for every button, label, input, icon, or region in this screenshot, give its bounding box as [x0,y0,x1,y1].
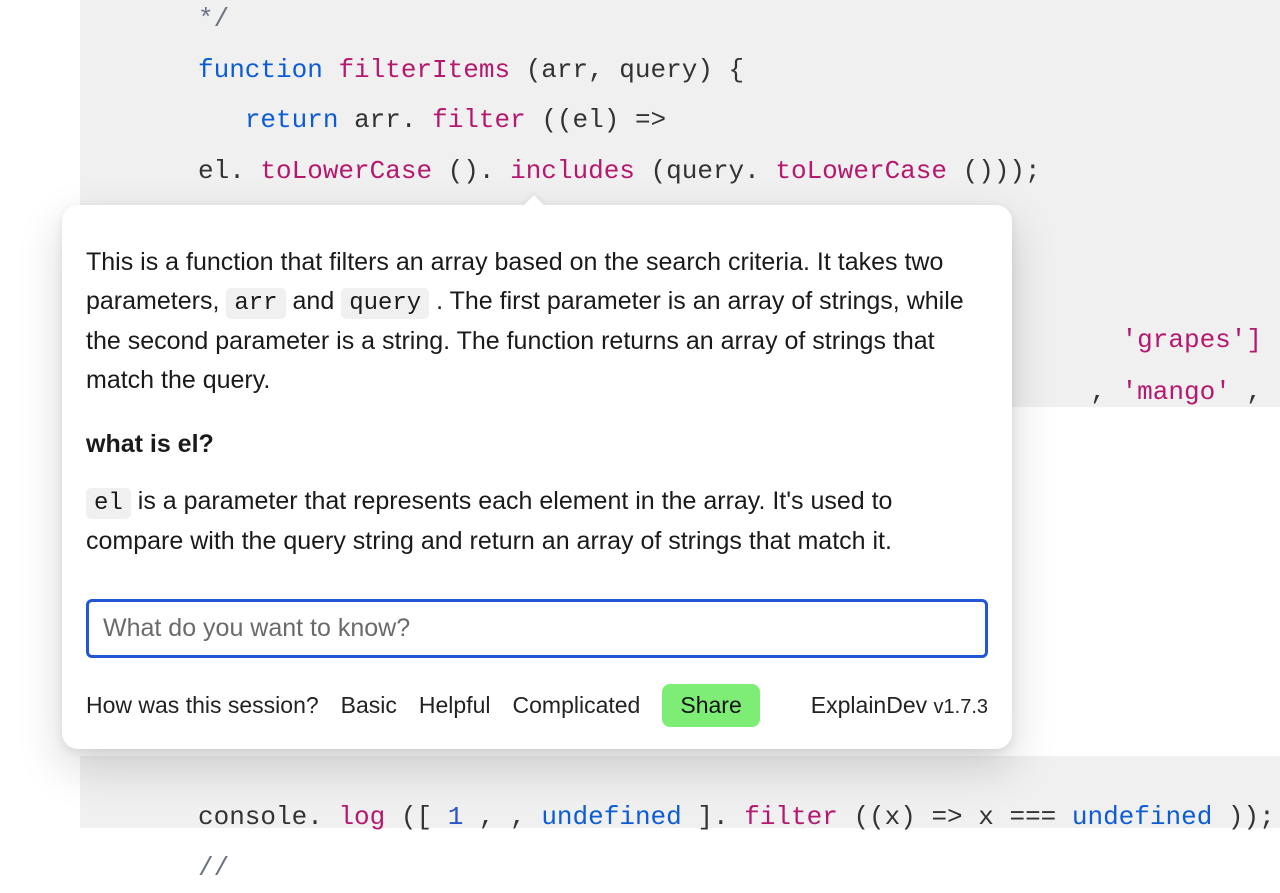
p2-a: is a parameter that represents each elem… [86,487,892,555]
brand-version: v1.7.3 [934,696,988,718]
code-b-comment: // [198,853,229,883]
code-params: (arr, query) { [526,55,744,85]
code-bg-grapes: 'grapes'] [1122,325,1262,355]
code-line3-pre: el. [198,156,245,186]
brand-label: ExplainDev v1.7.3 [811,692,988,719]
share-button[interactable]: Share [662,684,759,727]
code-bg-mango-pre: , [1090,377,1121,407]
code-method-includes: includes [510,156,635,186]
code-after-tl1: (). [448,156,495,186]
followup-question: what is el? [86,425,988,464]
explanation-paragraph-1: This is a function that filters an array… [86,243,988,399]
code-after-incl: (query. [651,156,760,186]
code-method-filter: filter [432,105,526,135]
p2-code-el: el [86,488,131,519]
code-b-log: log [338,802,385,832]
code-b-after-log: ([ [401,802,432,832]
feedback-question: How was this session? [86,692,319,719]
explain-popover: This is a function that filters an array… [62,205,1012,749]
code-kw-function: function [198,55,323,85]
code-comment-close: */ [198,4,229,34]
code-b-undef1: undefined [541,802,681,832]
p1-code-query: query [341,288,429,319]
code-block-bottom: console. log ([ 1 , , undefined ]. filte… [80,756,1280,828]
code-bg-mango: 'mango' [1122,377,1231,407]
brand-name: ExplainDev [811,692,934,718]
code-b-after-filter: ((x) => x === [853,802,1071,832]
code-b-filter: filter [744,802,838,832]
explanation-paragraph-2: el is a parameter that represents each e… [86,482,988,561]
code-b-undef2: undefined [1072,802,1212,832]
p1-code-arr: arr [226,288,285,319]
code-after-return: arr. [354,105,416,135]
code-method-tolower1: toLowerCase [260,156,432,186]
code-b-after-undef1: ]. [697,802,728,832]
feedback-helpful[interactable]: Helpful [419,692,491,719]
code-after-filter: ((el) => [541,105,666,135]
ask-input[interactable] [86,599,988,658]
code-b-after-undef2: )); [1228,802,1275,832]
code-after-tl2: ())); [963,156,1041,186]
code-b-after-num: , , [479,802,541,832]
feedback-basic[interactable]: Basic [341,692,397,719]
code-b-num1: 1 [448,802,464,832]
code-b-pre: console. [198,802,323,832]
feedback-complicated[interactable]: Complicated [513,692,641,719]
popover-footer: How was this session? Basic Helpful Comp… [86,684,988,727]
code-bg-mango-post: , [1246,377,1262,407]
code-method-tolower2: toLowerCase [775,156,947,186]
code-fn-name: filterItems [338,55,510,85]
code-kw-return: return [245,105,339,135]
p1-b: and [293,287,342,315]
